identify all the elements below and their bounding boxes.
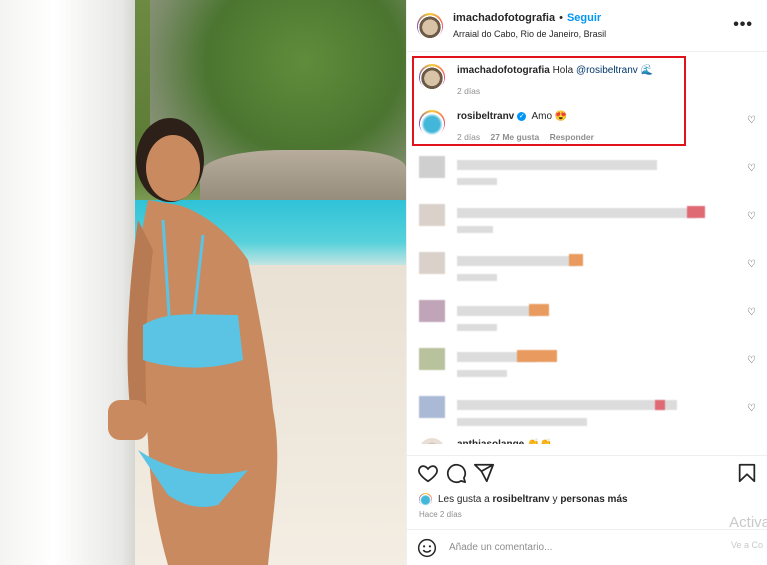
post-sidebar: imachadofotografia • Seguir Arraial do Cab… (406, 0, 767, 565)
save-bookmark-icon[interactable] (736, 462, 758, 484)
comment-row: rosibeltranv ✓ Amo 😍 2 días 27 Me gusta R… (419, 110, 759, 144)
comment-time[interactable]: 2 días (457, 132, 480, 142)
post-modal: imachadofotografia • Seguir Arraial do Cab… (0, 0, 767, 565)
liker-username[interactable]: rosibeltranv (493, 494, 550, 505)
comment-username[interactable]: imachadofotografia (457, 65, 550, 76)
like-comment-heart-icon[interactable]: ♡ (747, 308, 757, 318)
liker-avatar[interactable] (419, 493, 432, 506)
likes-prefix: Les gusta a (438, 494, 490, 505)
more-options-icon[interactable]: ••• (733, 16, 753, 34)
like-comment-heart-icon[interactable]: ♡ (747, 356, 757, 366)
blurred-comment (419, 396, 749, 436)
comment-avatar[interactable] (419, 438, 445, 444)
comment-username[interactable]: anthiasolange (457, 439, 524, 444)
like-comment-heart-icon[interactable]: ♡ (747, 212, 757, 222)
comment-icon[interactable] (445, 462, 467, 484)
comment-time[interactable]: 2 días (457, 86, 480, 96)
comment-avatar[interactable] (419, 64, 445, 90)
author-username[interactable]: imachadofotografia (453, 12, 555, 24)
like-comment-heart-icon[interactable]: ♡ (747, 164, 757, 174)
comment-input[interactable]: Añade un comentario... (449, 542, 552, 553)
likes-summary: Les gusta a rosibeltranv y personas más (419, 493, 628, 506)
blurred-comment (419, 348, 749, 388)
comments-list[interactable]: imachadofotografia Hola @rosibeltranv 🌊 … (407, 52, 767, 444)
comment-row: anthiasolange 👏👏 (419, 438, 759, 444)
heart-icon[interactable] (417, 462, 439, 484)
emoji-smiley-icon[interactable] (417, 538, 437, 558)
comment-likes[interactable]: 27 Me gusta (491, 132, 540, 142)
like-comment-heart-icon[interactable]: ♡ (747, 260, 757, 270)
blurred-comment (419, 204, 749, 244)
blurred-comment (419, 252, 749, 292)
comment-avatar[interactable] (419, 110, 445, 136)
partial-emoji-icon: 👏👏 (527, 439, 552, 444)
comment-text: Hola (552, 65, 574, 76)
post-time[interactable]: Hace 2 días (419, 510, 462, 519)
author-avatar[interactable] (417, 12, 443, 39)
blurred-comment (419, 156, 749, 196)
blurred-comment (419, 300, 749, 340)
model-figure (108, 118, 278, 565)
follow-button[interactable]: Seguir (567, 12, 601, 24)
windows-activation-subtext: Ve a Co (730, 540, 763, 550)
share-icon[interactable] (473, 462, 495, 484)
separator-dot: • (559, 12, 563, 24)
post-photo (0, 0, 406, 565)
post-location[interactable]: Arraial do Cabo, Rio de Janeiro, Brasil (453, 26, 606, 42)
heart-eyes-emoji-icon: 😍 (554, 111, 568, 122)
likes-joiner: y (552, 494, 558, 505)
likes-others[interactable]: personas más (560, 494, 627, 505)
like-comment-heart-icon[interactable]: ♡ (747, 404, 757, 414)
wave-emoji-icon: 🌊 (640, 65, 654, 76)
post-header: imachadofotografia • Seguir Arraial do Cab… (407, 0, 767, 52)
comment-mention[interactable]: @rosibeltranv (576, 65, 638, 76)
comment-username[interactable]: rosibeltranv (457, 111, 514, 122)
comment-row: imachadofotografia Hola @rosibeltranv 🌊 … (419, 64, 759, 98)
add-comment-bar: Añade un comentario... (407, 529, 767, 565)
verified-badge-icon: ✓ (517, 111, 527, 121)
like-comment-heart-icon[interactable]: ♡ (747, 116, 757, 126)
action-bar (407, 455, 767, 489)
reply-button[interactable]: Responder (550, 132, 594, 142)
comment-text: Amo (531, 111, 553, 122)
windows-activation-watermark: Activa (729, 514, 767, 531)
